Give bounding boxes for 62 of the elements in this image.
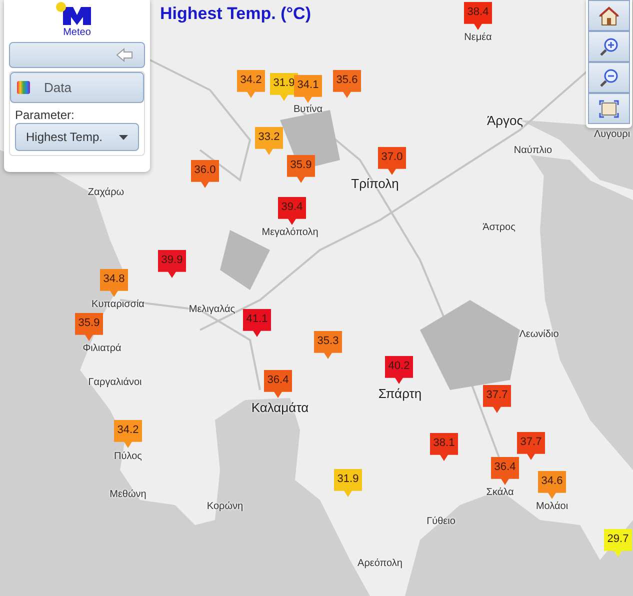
place-label: Τρίπολη: [351, 176, 399, 191]
logo-text: Meteo: [63, 27, 91, 38]
temperature-marker[interactable]: 35.3: [314, 331, 342, 359]
temperature-marker[interactable]: 33.2: [255, 127, 283, 155]
data-tab[interactable]: Data: [10, 72, 144, 103]
temperature-marker[interactable]: 34.8: [100, 269, 128, 297]
temperature-marker[interactable]: 34.6: [538, 471, 566, 499]
house-icon: [598, 6, 620, 26]
place-label: Κυπαρισσία: [92, 299, 144, 310]
zoom-in-button[interactable]: [588, 31, 630, 62]
temperature-marker[interactable]: 31.9: [334, 469, 362, 497]
place-label: Γύθειο: [426, 516, 456, 527]
place-label: Μεθώνη: [110, 489, 146, 500]
place-label: Ναύπλιο: [514, 145, 552, 156]
map-title: Highest Temp. (°C): [160, 4, 311, 24]
rainbow-icon: [17, 81, 30, 94]
home-button[interactable]: [588, 0, 630, 31]
temperature-marker[interactable]: 34.2: [237, 70, 265, 98]
temperature-marker[interactable]: 38.1: [430, 433, 458, 461]
place-label: Λυγουρι: [594, 129, 630, 140]
temperature-marker[interactable]: 35.6: [333, 70, 361, 98]
temperature-marker[interactable]: 37.0: [378, 147, 406, 175]
zoom-extent-button[interactable]: [588, 93, 630, 124]
temperature-marker[interactable]: 37.7: [517, 432, 545, 460]
place-label: Σκάλα: [486, 487, 514, 498]
temperature-marker[interactable]: 35.9: [287, 155, 315, 183]
temperature-marker[interactable]: 34.2: [114, 420, 142, 448]
place-label: Άργος: [486, 113, 524, 128]
place-label: Καλαμάτα: [251, 400, 309, 415]
temperature-marker[interactable]: 35.9: [75, 313, 103, 341]
place-label: Βυτίνα: [293, 104, 323, 115]
place-label: Μεγαλόπολη: [262, 227, 318, 238]
zoom-out-button[interactable]: [588, 62, 630, 93]
place-label: Νεμέα: [464, 32, 492, 43]
place-label: Μελιγαλάς: [188, 304, 236, 315]
place-label: Αρεόπολη: [358, 558, 402, 569]
temperature-marker[interactable]: 39.4: [278, 197, 306, 225]
temperature-marker[interactable]: 40.2: [385, 356, 413, 384]
place-label: Άστρος: [482, 222, 516, 233]
parameter-select[interactable]: Highest Temp.: [15, 123, 139, 151]
full-extent-icon: [599, 100, 619, 118]
zoom-in-icon: [599, 36, 619, 56]
place-label: Σπάρτη: [378, 386, 422, 401]
parameter-label: Parameter:: [14, 107, 76, 123]
arrow-left-icon: [116, 48, 134, 62]
place-label: Φιλιατρά: [82, 343, 122, 354]
place-label: Ζαχάρω: [88, 187, 124, 198]
temperature-marker[interactable]: 38.4: [464, 2, 492, 30]
place-label: Γαργαλιάνοι: [88, 377, 142, 388]
place-label: Κορώνη: [206, 501, 244, 512]
place-label: Πύλος: [114, 451, 142, 462]
temperature-marker[interactable]: 41.1: [243, 309, 271, 337]
temperature-marker[interactable]: 37.7: [483, 385, 511, 413]
temperature-marker[interactable]: 36.4: [264, 370, 292, 398]
place-label: Μολάοι: [536, 501, 568, 512]
temperature-marker[interactable]: 34.1: [294, 75, 322, 103]
temperature-marker[interactable]: 36.4: [491, 457, 519, 485]
caret-icon: [119, 134, 128, 140]
temperature-marker[interactable]: 39.9: [158, 250, 186, 278]
place-label: Λεωνίδιο: [519, 329, 559, 340]
temperature-marker[interactable]: 36.0: [191, 160, 219, 188]
zoom-out-icon: [599, 68, 619, 88]
